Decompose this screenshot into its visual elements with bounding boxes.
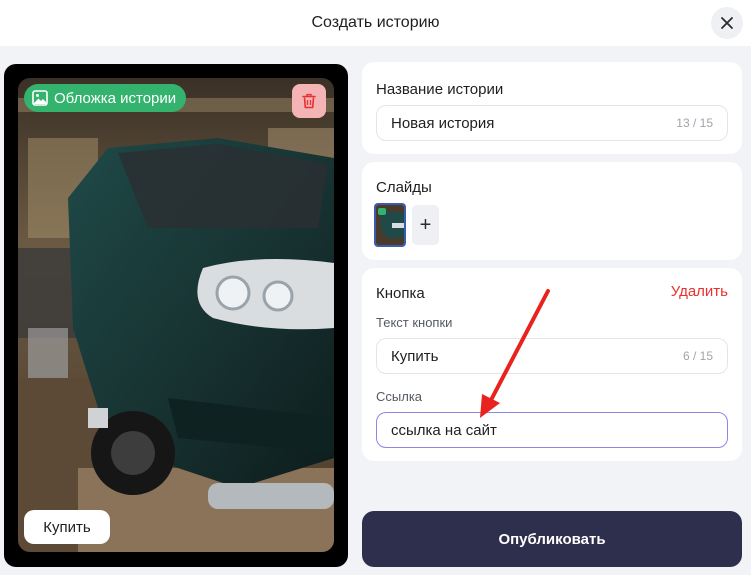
story-title-card: Название истории Новая история 13 / 15 xyxy=(362,62,742,154)
button-text-value: Купить xyxy=(391,347,439,365)
modal-header: Создать историю xyxy=(0,0,751,46)
cover-badge-label: Обложка истории xyxy=(54,89,177,107)
story-title-value: Новая история xyxy=(391,114,495,132)
button-text-input[interactable]: Купить 6 / 15 xyxy=(376,338,728,374)
modal-title: Создать историю xyxy=(311,14,440,31)
button-section-label: Кнопка xyxy=(376,285,425,302)
story-preview: Обложка истории Купить xyxy=(18,78,334,552)
delete-button-link[interactable]: Удалить xyxy=(671,283,728,300)
story-title-counter: 13 / 15 xyxy=(676,116,713,130)
link-input[interactable]: ссылка на сайт xyxy=(376,412,728,448)
button-card: Кнопка Удалить Текст кнопки Купить 6 / 1… xyxy=(362,268,742,461)
slide-thumbnail[interactable] xyxy=(374,203,406,247)
link-value: ссылка на сайт xyxy=(391,421,497,439)
link-label: Ссылка xyxy=(376,389,423,404)
story-cover-image xyxy=(18,78,334,552)
slides-label: Слайды xyxy=(376,179,432,196)
slides-card: Слайды + xyxy=(362,162,742,260)
slide-thumbnail-image xyxy=(376,205,404,245)
story-title-input[interactable]: Новая история 13 / 15 xyxy=(376,105,728,141)
plus-icon: + xyxy=(419,213,432,236)
story-title-label: Название истории xyxy=(376,81,504,98)
trash-icon xyxy=(302,93,316,109)
publish-button[interactable]: Опубликовать xyxy=(362,511,742,567)
image-icon xyxy=(32,90,48,106)
add-slide-button[interactable]: + xyxy=(412,205,439,245)
cover-badge: Обложка истории xyxy=(24,84,187,112)
story-cta-button[interactable]: Купить xyxy=(24,510,110,544)
story-preview-frame: Обложка истории Купить xyxy=(4,64,348,567)
close-icon xyxy=(721,17,733,29)
delete-cover-button[interactable] xyxy=(292,84,326,118)
button-text-counter: 6 / 15 xyxy=(682,349,713,363)
button-text-label: Текст кнопки xyxy=(376,315,453,330)
close-button[interactable] xyxy=(711,7,743,39)
